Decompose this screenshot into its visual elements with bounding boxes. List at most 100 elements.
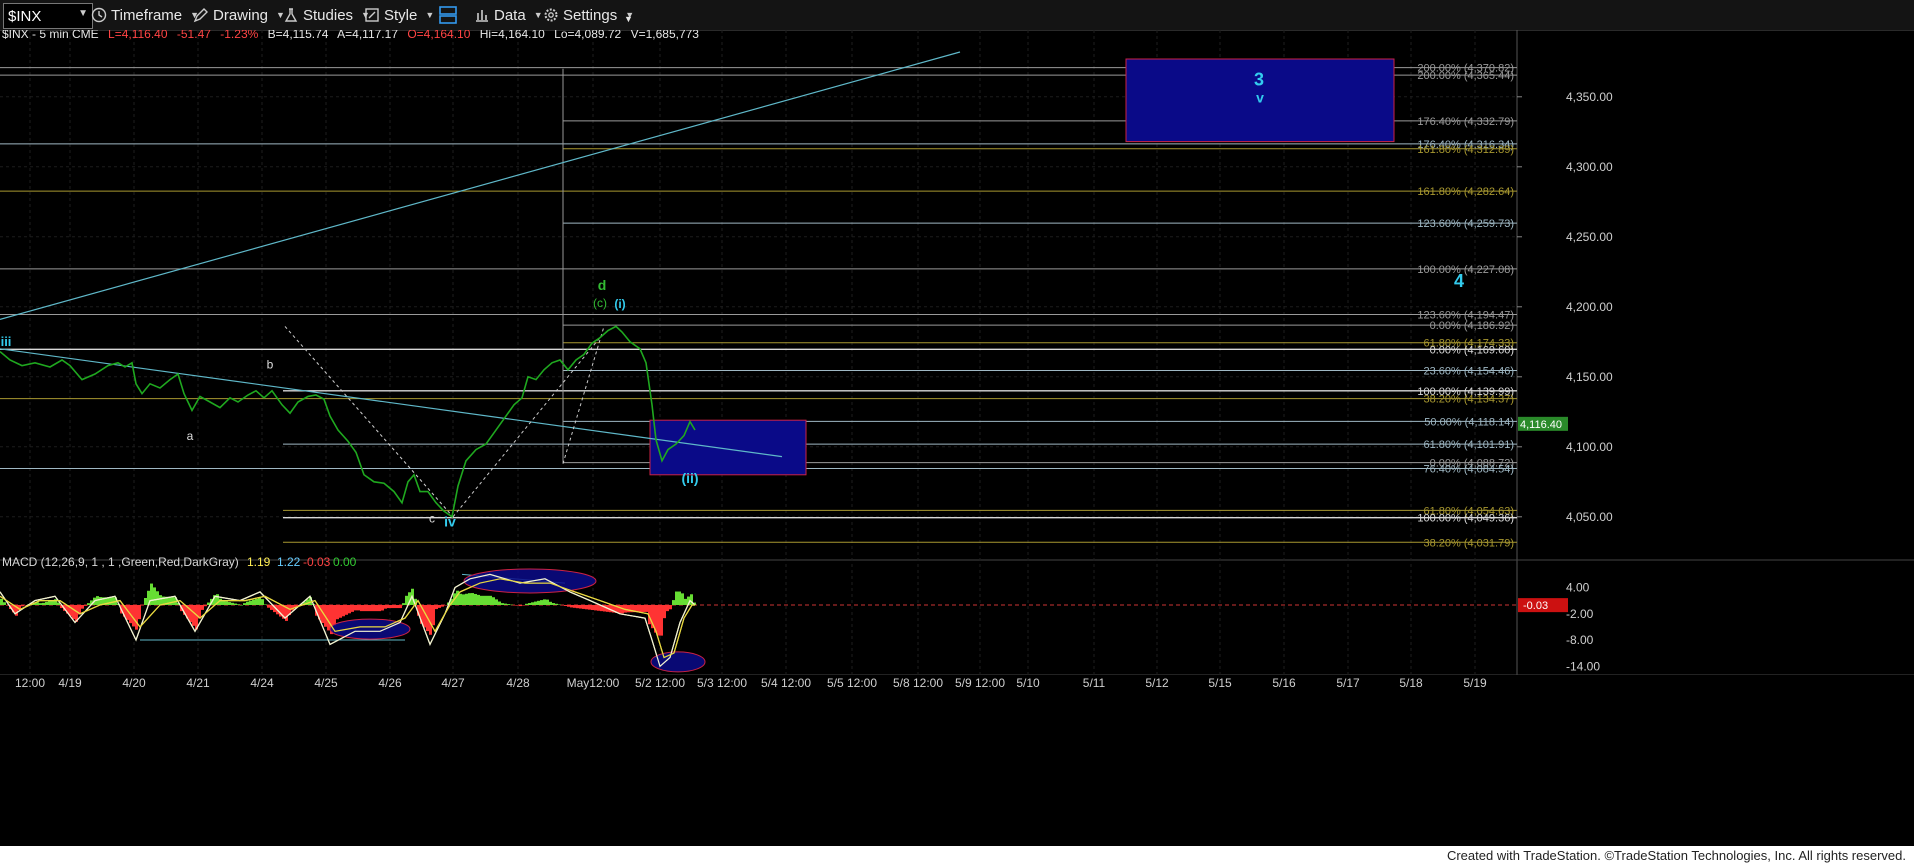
style-label: Style	[384, 6, 418, 24]
macd-title: MACD (12,26,9, 1 , 1 ,Green,Red,DarkGray…	[2, 555, 239, 569]
signal-line-overlay	[0, 578, 695, 659]
time-tick-label: 4/25	[314, 676, 338, 690]
macd-readout: 0.00	[333, 555, 357, 569]
symbol-input[interactable]: $INX ▼	[3, 3, 93, 29]
macd-histogram-bar	[24, 605, 27, 606]
macd-histogram-bar	[234, 603, 237, 605]
studies-menu[interactable]: Studies ▼	[283, 0, 370, 30]
timeframe-menu[interactable]: Timeframe ▼	[91, 0, 199, 30]
macd-histogram-bar	[243, 603, 246, 605]
macd-histogram-bar	[81, 605, 84, 609]
chevron-down-icon[interactable]: ▼	[78, 8, 88, 19]
price-tick-label: 4,350.00	[1566, 90, 1613, 104]
macd-histogram-bar	[594, 605, 597, 611]
macd-histogram-bar	[429, 605, 432, 635]
chart-canvas[interactable]: 200.00% (4,370.82)200.00% (4,365.44)176.…	[0, 30, 1914, 846]
wave-label: 4	[1454, 271, 1464, 291]
macd-histogram-bar	[588, 605, 591, 610]
fib-level-label: 61.80% (4,101.91)	[1423, 439, 1514, 451]
macd-histogram-bar	[339, 605, 342, 618]
macd-histogram-bar	[561, 605, 564, 606]
macd-histogram-bar	[540, 600, 543, 605]
time-tick-label: 5/12	[1145, 676, 1169, 690]
macd-histogram-bar	[354, 605, 357, 611]
gear-icon	[544, 8, 558, 22]
price-tick-label: 4,100.00	[1566, 440, 1613, 454]
timeframe-label: Timeframe	[111, 6, 183, 24]
macd-histogram-bar	[264, 604, 267, 605]
macd-histogram-bar	[156, 591, 159, 605]
settings-menu[interactable]: Settings ▼	[543, 0, 634, 30]
macd-histogram-bar	[381, 605, 384, 611]
drawing-label: Drawing	[213, 6, 269, 24]
style-menu[interactable]: Style ▼	[364, 0, 434, 30]
macd-histogram-bar	[585, 605, 588, 610]
macd-histogram-bar	[501, 603, 504, 605]
time-tick-label: 5/8 12:00	[893, 676, 943, 690]
macd-histogram-bar	[144, 598, 147, 605]
macd-histogram-bar	[531, 602, 534, 605]
time-tick-label: 4/24	[250, 676, 274, 690]
macd-histogram-bar	[675, 591, 678, 605]
time-tick-label: 4/28	[506, 676, 530, 690]
macd-histogram-bar	[507, 604, 510, 605]
macd-histogram-bar	[669, 605, 672, 610]
layout-icon	[439, 6, 457, 24]
macd-histogram-bar	[438, 605, 441, 608]
macd-histogram-bar	[480, 595, 483, 605]
macd-histogram-bar	[513, 605, 516, 606]
wave-label: iv	[444, 514, 456, 530]
macd-histogram-bar	[153, 587, 156, 605]
header-vol: V=1,685,773	[631, 30, 700, 41]
macd-histogram-bar	[444, 605, 447, 606]
corrective-channel	[284, 326, 454, 518]
macd-histogram-bar	[363, 605, 366, 612]
clock-icon	[91, 7, 107, 23]
wave-label: c	[429, 511, 435, 525]
macd-histogram-bar	[159, 595, 162, 605]
macd-histogram-bar	[372, 605, 375, 612]
time-axis: 12:00 4/19 4/20 4/21 4/24 4/25 4/26 4/27 4/28 May…	[0, 675, 1914, 697]
drawing-menu[interactable]: Drawing ▼	[193, 0, 285, 30]
header-open: O=4,164.10	[407, 30, 470, 41]
header-title: $INX - 5 min CME	[2, 30, 99, 41]
data-label: Data	[494, 6, 526, 24]
macd-readout: 1.22	[277, 555, 301, 569]
macd-histogram-bar	[657, 605, 660, 636]
macd-histogram-bar	[645, 605, 648, 612]
time-tick-label: 12:00	[15, 676, 45, 690]
style-icon	[365, 8, 379, 22]
macd-histogram-bar	[474, 593, 477, 605]
bar-chart-icon	[476, 10, 488, 22]
time-tick-label: 5/10	[1016, 676, 1040, 690]
time-tick-label: 4/21	[186, 676, 210, 690]
macd-histogram-bar	[684, 598, 687, 605]
layout-button[interactable]	[438, 0, 462, 30]
fib-level-label: 176.40% (4,332.79)	[1417, 116, 1514, 128]
macd-histogram-bar	[201, 605, 204, 610]
time-tick-label: 4/20	[122, 676, 146, 690]
macd-histogram-bar	[111, 597, 114, 605]
macd-histogram-bar	[258, 597, 261, 605]
macd-histogram-bar	[228, 602, 231, 605]
data-menu[interactable]: Data ▼	[474, 0, 543, 30]
header-hi: Hi=4,164.10	[480, 30, 545, 41]
channel-trendline	[0, 51, 961, 320]
last-price-label: 4,116.40	[1520, 419, 1562, 431]
macd-histogram-bar	[525, 603, 528, 605]
macd-histogram-bar	[393, 605, 396, 609]
macd-histogram-bar	[591, 605, 594, 611]
wave-label: 3	[1254, 70, 1264, 90]
macd-histogram-bar	[543, 599, 546, 605]
macd-histogram-bar	[249, 600, 252, 605]
macd-histogram-bar	[384, 605, 387, 609]
macd-histogram-bar	[555, 603, 558, 605]
macd-histogram-bar	[537, 600, 540, 605]
macd-histogram-bar	[405, 595, 408, 605]
price-tick-label: 4,250.00	[1566, 230, 1613, 244]
macd-histogram-bar	[84, 605, 87, 606]
macd-histogram-bar	[660, 605, 663, 636]
macd-histogram-bar	[552, 603, 555, 605]
macd-histogram-bar	[516, 605, 519, 606]
fib-level-label: 38.20% (4,031.79)	[1423, 537, 1514, 549]
